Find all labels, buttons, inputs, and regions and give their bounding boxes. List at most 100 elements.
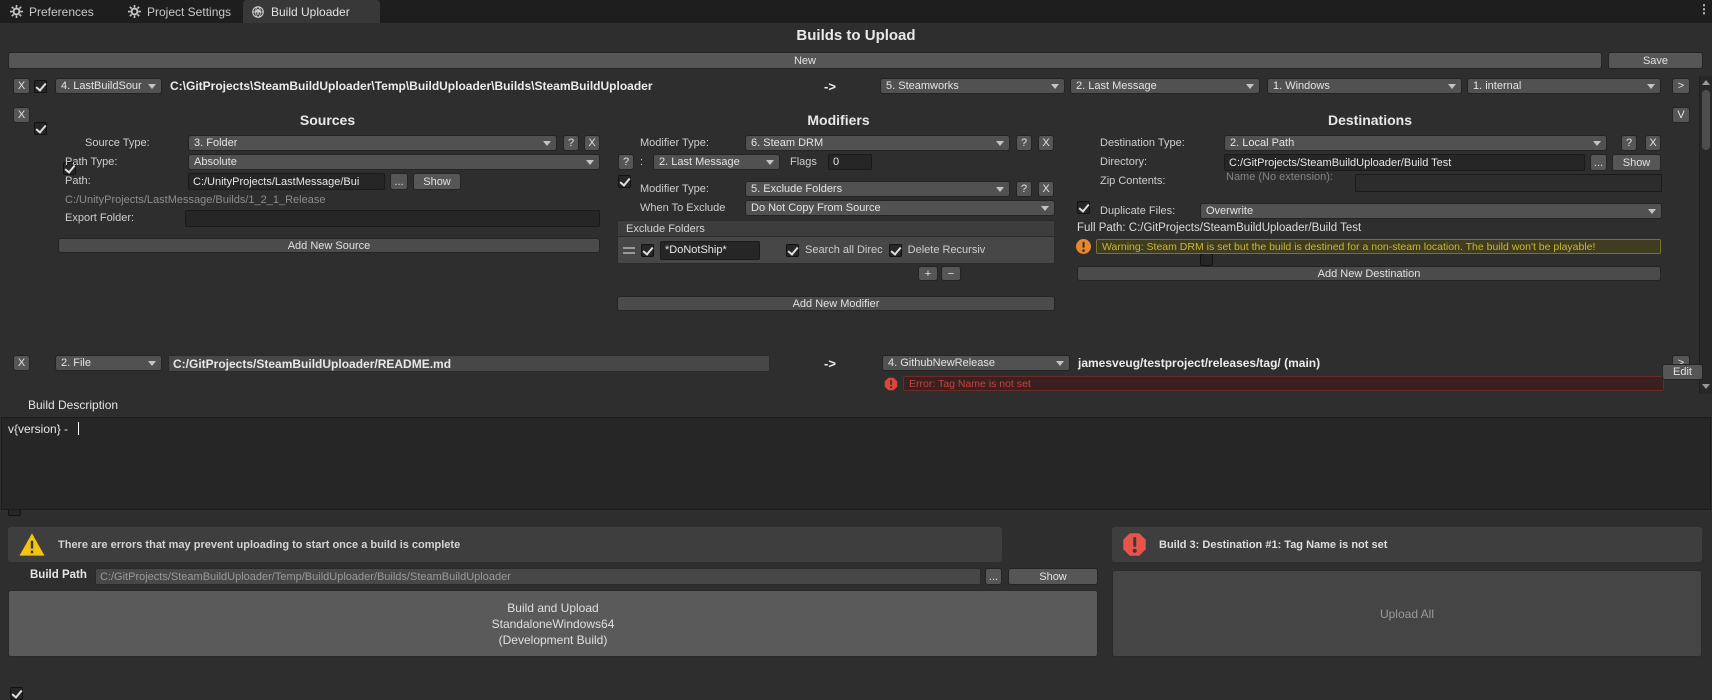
- chevron-down-icon: [148, 83, 156, 89]
- upload-all-button[interactable]: Upload All: [1112, 570, 1702, 657]
- scroll-up-icon[interactable]: [1702, 80, 1710, 85]
- new-build-button[interactable]: New: [8, 52, 1602, 69]
- destination-type-dropdown[interactable]: 2. Local Path: [1224, 135, 1607, 151]
- chevron-down-icon: [1647, 83, 1655, 89]
- destination-type-label: Destination Type:: [1100, 137, 1185, 149]
- tab-overflow-menu[interactable]: ⋮: [1698, 2, 1710, 21]
- dropdown-value: 6. Steam DRM: [751, 137, 824, 149]
- drag-handle-icon[interactable]: [623, 246, 635, 254]
- build1-expand-button[interactable]: >: [1672, 78, 1690, 94]
- build1-platform-dropdown[interactable]: 1. Windows: [1267, 78, 1462, 94]
- tab-build-uploader[interactable]: Build Uploader: [243, 0, 380, 23]
- exclude-folder-item: *DoNotShip* Search all Direc Delete Recu…: [617, 237, 1055, 264]
- modifier1-help-button[interactable]: ?: [1016, 135, 1032, 151]
- exclude-list-add-button[interactable]: +: [918, 266, 938, 281]
- path-input[interactable]: C:/UnityProjects/LastMessage/Bui: [188, 173, 385, 190]
- when-to-exclude-dropdown[interactable]: Do Not Copy From Source: [745, 200, 1055, 216]
- build-path-input[interactable]: C:/GitProjects/SteamBuildUploader/Temp/B…: [95, 568, 981, 585]
- chevron-down-icon: [1593, 140, 1601, 146]
- page-title: Builds to Upload: [796, 27, 916, 44]
- source-remove-button[interactable]: X: [584, 135, 600, 151]
- exclude-item-enabled-checkbox[interactable]: [641, 243, 654, 257]
- search-all-directories-checkbox[interactable]: [786, 243, 799, 257]
- add-new-source-button[interactable]: Add New Source: [58, 238, 600, 253]
- warning-triangle-icon: [19, 533, 45, 556]
- export-folder-input[interactable]: [185, 210, 600, 227]
- build1-remove-button[interactable]: X: [13, 78, 30, 94]
- zip-contents-checkbox[interactable]: [1200, 253, 1213, 266]
- gear-icon: [10, 5, 23, 18]
- directory-input[interactable]: C:/GitProjects/SteamBuildUploader/Build …: [1224, 154, 1585, 171]
- exclude-pattern-input[interactable]: *DoNotShip*: [660, 240, 760, 260]
- edit-description-button[interactable]: Edit: [1662, 364, 1703, 380]
- path-label: Path:: [65, 175, 91, 187]
- build1-enabled-checkbox[interactable]: [34, 80, 47, 93]
- dropdown-value: Absolute: [194, 156, 237, 168]
- build1-destination-dropdown[interactable]: 5. Steamworks: [880, 78, 1065, 94]
- colon-separator: :: [640, 156, 644, 168]
- builds-scrollbar[interactable]: [1699, 76, 1712, 394]
- chevron-down-icon: [148, 360, 156, 366]
- delete-recursive-checkbox[interactable]: [888, 243, 902, 257]
- build-path-checkbox[interactable]: [10, 687, 23, 700]
- tab-project-settings[interactable]: Project Settings: [120, 0, 239, 23]
- build3-source-type-dropdown[interactable]: 2. File: [55, 355, 162, 371]
- chevron-down-icon: [996, 186, 1004, 192]
- destination-enabled-checkbox[interactable]: [1077, 201, 1090, 214]
- dropdown-value: Do Not Copy From Source: [751, 202, 881, 214]
- path-type-dropdown[interactable]: Absolute: [188, 154, 600, 170]
- build1-depot-dropdown[interactable]: 2. Last Message: [1070, 78, 1260, 94]
- scroll-down-icon[interactable]: [1702, 384, 1710, 389]
- save-button[interactable]: Save: [1608, 52, 1703, 69]
- build-button-line2: StandaloneWindows64: [491, 616, 615, 631]
- exclude-list-remove-button[interactable]: −: [941, 266, 961, 281]
- chevron-down-icon: [1056, 360, 1064, 366]
- build3-source-path-input[interactable]: C:/GitProjects/SteamBuildUploader/README…: [168, 355, 770, 372]
- directory-label: Directory:: [1100, 156, 1148, 168]
- build-path-show-button[interactable]: Show: [1008, 568, 1098, 585]
- modifier2-type-dropdown[interactable]: 5. Exclude Folders: [745, 181, 1010, 197]
- build-and-upload-button[interactable]: Build and Upload StandaloneWindows64 (De…: [8, 590, 1098, 657]
- chevron-down-icon: [1051, 83, 1059, 89]
- build3-destination-dropdown[interactable]: 4. GithubNewRelease: [882, 355, 1070, 371]
- footer-warning-box: There are errors that may prevent upload…: [8, 527, 1002, 562]
- directory-show-button[interactable]: Show: [1612, 154, 1661, 171]
- modifier2-remove-button[interactable]: X: [1038, 181, 1054, 197]
- destination-remove-button[interactable]: X: [1645, 135, 1661, 151]
- modifier1-sub-help-button[interactable]: ?: [618, 154, 634, 170]
- build-description-textarea[interactable]: v{version} -: [1, 417, 1711, 510]
- modifiers-title: Modifiers: [807, 112, 870, 128]
- modifier2-help-button[interactable]: ?: [1016, 181, 1032, 197]
- build2-enabled-checkbox[interactable]: [34, 122, 47, 135]
- modifier1-depot-dropdown[interactable]: 2. Last Message: [653, 154, 780, 170]
- directory-browse-button[interactable]: ...: [1590, 154, 1607, 171]
- scrollbar-thumb[interactable]: [1702, 90, 1710, 150]
- tab-preferences[interactable]: Preferences: [2, 0, 102, 23]
- path-browse-button[interactable]: ...: [390, 173, 408, 190]
- destination-help-button[interactable]: ?: [1621, 135, 1637, 151]
- modifier1-remove-button[interactable]: X: [1038, 135, 1054, 151]
- build3-error-text: Error: Tag Name is not set: [903, 376, 1664, 391]
- modifier1-type-dropdown[interactable]: 6. Steam DRM: [745, 135, 1010, 151]
- build1-branch-dropdown[interactable]: 1. internal: [1467, 78, 1661, 94]
- build-path-browse-button[interactable]: ...: [985, 568, 1002, 585]
- add-new-destination-button[interactable]: Add New Destination: [1077, 266, 1661, 281]
- build1-source-path: C:\GitProjects\SteamBuildUploader\Temp\B…: [170, 79, 653, 93]
- build2-remove-button[interactable]: X: [13, 107, 30, 123]
- tab-label: Build Uploader: [271, 4, 350, 19]
- source-type-dropdown[interactable]: 3. Folder: [188, 135, 557, 151]
- zip-name-input[interactable]: [1355, 174, 1662, 192]
- duplicate-files-dropdown[interactable]: Overwrite: [1200, 203, 1662, 219]
- modifier1-enabled-checkbox[interactable]: [618, 175, 631, 188]
- flags-input[interactable]: 0: [828, 154, 872, 170]
- dropdown-value: 1. internal: [1473, 80, 1522, 92]
- source-help-button[interactable]: ?: [563, 135, 579, 151]
- build-uploader-window: { "tabbar": { "preferences": "Preference…: [0, 0, 1712, 700]
- build2-collapse-button[interactable]: V: [1672, 107, 1690, 123]
- build1-source-type-dropdown[interactable]: 4. LastBuildSour: [55, 78, 162, 94]
- build3-remove-button[interactable]: X: [13, 355, 30, 371]
- dropdown-value: Overwrite: [1206, 205, 1254, 217]
- tab-label: Project Settings: [147, 4, 232, 19]
- path-show-button[interactable]: Show: [413, 173, 461, 190]
- add-new-modifier-button[interactable]: Add New Modifier: [617, 296, 1055, 311]
